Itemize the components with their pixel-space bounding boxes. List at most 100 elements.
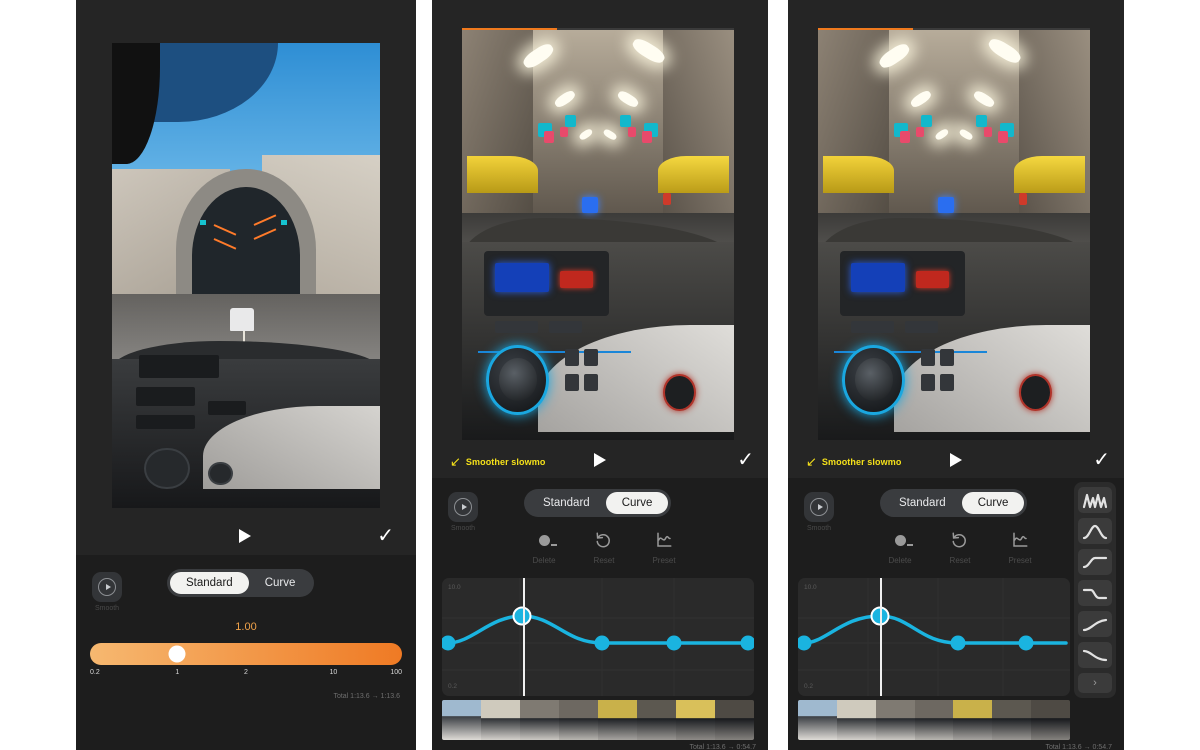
- tab-curve[interactable]: Curve: [961, 492, 1025, 514]
- speed-curve-graph[interactable]: 10.0 0.2: [442, 578, 754, 696]
- total-duration-label: Total 1:13.6 → 0:54.7: [689, 744, 756, 750]
- tab-standard[interactable]: Standard: [170, 572, 249, 594]
- timeline-thumb: [715, 700, 754, 740]
- tick-label: 100: [390, 669, 402, 676]
- preset-rail[interactable]: ›: [1074, 482, 1116, 698]
- preset-button[interactable]: Preset: [634, 529, 694, 565]
- video-frame-in-tunnel: [462, 28, 734, 440]
- playbar-2: ✓: [432, 449, 768, 471]
- video-frame-tunnel-entrance: [112, 43, 380, 508]
- timeline-thumb: [481, 700, 520, 740]
- check-icon[interactable]: ✓: [737, 450, 754, 470]
- delete-point-button[interactable]: Delete: [514, 529, 574, 565]
- tool-label: Preset: [1008, 556, 1032, 565]
- preset-more-button[interactable]: ›: [1078, 673, 1112, 693]
- tick-label: 0.2: [90, 669, 100, 676]
- video-timeline[interactable]: [798, 700, 1070, 740]
- curve-tool-row: Delete Reset Preset: [514, 529, 694, 565]
- timeline-thumb: [992, 700, 1032, 740]
- curve-tool-row: Delete Reset Preset: [870, 529, 1050, 565]
- tool-label: Delete: [888, 556, 912, 565]
- preset-button[interactable]: Preset: [990, 529, 1050, 565]
- reset-button[interactable]: Reset: [574, 529, 634, 565]
- smooth-label: Smooth: [94, 605, 120, 612]
- editor-2: Smooth Standard Curve Delete Reset Prese…: [432, 478, 768, 750]
- video-progress-bar[interactable]: [818, 28, 1090, 30]
- tool-label: Delete: [532, 556, 556, 565]
- timeline-thumb: [676, 700, 715, 740]
- delete-point-icon: [538, 534, 557, 546]
- rise-step-icon: [1082, 556, 1108, 568]
- preset-montage[interactable]: [1078, 487, 1112, 513]
- play-icon[interactable]: [594, 453, 606, 467]
- slow-fall-icon: [1082, 649, 1108, 661]
- play-icon[interactable]: [239, 529, 251, 543]
- timeline-thumb: [953, 700, 993, 740]
- timeline-thumb: [559, 700, 598, 740]
- preset-bullet[interactable]: [1078, 549, 1112, 575]
- smooth-button[interactable]: [448, 492, 478, 522]
- timeline-thumb: [442, 700, 481, 740]
- smooth-button[interactable]: [92, 572, 122, 602]
- playbar-3: ✓: [788, 449, 1124, 471]
- video-preview-2[interactable]: [462, 28, 734, 440]
- curve-keypoint[interactable]: [740, 635, 754, 651]
- video-preview-1[interactable]: [112, 43, 380, 508]
- panel-standard-speed: ✓ Smooth Standard Curve 1.00 0.2 1 2 10 …: [76, 0, 416, 750]
- curve-keypoint[interactable]: [666, 635, 682, 651]
- tab-standard[interactable]: Standard: [527, 492, 606, 514]
- timeline-thumb: [637, 700, 676, 740]
- delete-point-button[interactable]: Delete: [870, 529, 930, 565]
- preset-flashin[interactable]: [1078, 611, 1112, 637]
- timeline-thumb: [798, 700, 837, 740]
- graph-playhead[interactable]: [879, 578, 882, 696]
- tab-standard[interactable]: Standard: [883, 492, 962, 514]
- curve-keypoint[interactable]: [950, 635, 966, 651]
- preset-curve-icon: [1013, 532, 1028, 547]
- curve-keypoint-selected[interactable]: [512, 606, 532, 626]
- editor-3: Smooth Standard Curve Delete Reset Prese…: [788, 478, 1124, 750]
- tick-label: 10: [329, 669, 338, 676]
- smooth-button[interactable]: [804, 492, 834, 522]
- smooth-icon: [810, 498, 828, 516]
- preset-flashout[interactable]: [1078, 642, 1112, 668]
- tab-curve[interactable]: Curve: [249, 572, 312, 594]
- tick-label: 1: [175, 669, 180, 676]
- mode-segmented-control[interactable]: Standard Curve: [880, 489, 1028, 517]
- slow-rise-icon: [1082, 618, 1108, 631]
- tab-curve[interactable]: Curve: [605, 492, 669, 514]
- video-timeline[interactable]: [442, 700, 754, 740]
- total-duration-label: Total 1:13.6 → 0:54.7: [1045, 744, 1112, 750]
- check-icon[interactable]: ✓: [377, 526, 394, 546]
- panel-curve-presets: ↙ Smoother slowmo ✓ Smooth Standard Curv…: [788, 0, 1124, 750]
- video-progress-bar[interactable]: [462, 28, 734, 30]
- video-preview-3[interactable]: [818, 28, 1090, 440]
- mode-segmented-control[interactable]: Standard Curve: [524, 489, 672, 517]
- tool-label: Reset: [593, 556, 615, 565]
- speed-value: 1.00: [235, 621, 257, 633]
- timeline-thumb: [1031, 700, 1070, 740]
- tool-label: Preset: [652, 556, 676, 565]
- reset-button[interactable]: Reset: [930, 529, 990, 565]
- slider-thumb[interactable]: [168, 645, 186, 663]
- timeline-thumb: [914, 700, 954, 740]
- curve-keypoint[interactable]: [594, 635, 610, 651]
- mode-segmented-control[interactable]: Standard Curve: [167, 569, 315, 597]
- play-icon[interactable]: [950, 453, 962, 467]
- check-icon[interactable]: ✓: [1093, 450, 1110, 470]
- graph-playhead[interactable]: [523, 578, 526, 696]
- editor-1: Smooth Standard Curve 1.00 0.2 1 2 10 10…: [76, 555, 416, 750]
- curve-keypoint[interactable]: [1018, 635, 1034, 651]
- total-duration-label: Total 1:13.6 → 1:13.6: [333, 693, 400, 700]
- fall-step-icon: [1082, 588, 1108, 599]
- screenshot-root: ✓ Smooth Standard Curve 1.00 0.2 1 2 10 …: [0, 0, 1200, 750]
- timeline-thumb: [836, 700, 876, 740]
- reset-icon: [952, 532, 966, 548]
- speed-curve-graph[interactable]: 10.0 0.2: [798, 578, 1070, 696]
- preset-hero[interactable]: [1078, 518, 1112, 544]
- preset-jumpcut[interactable]: [1078, 580, 1112, 606]
- speed-slider[interactable]: [90, 643, 402, 665]
- timeline-thumb: [875, 700, 915, 740]
- panel-curve-editor: ↙ Smoother slowmo ✓ Smooth Standard Curv…: [432, 0, 768, 750]
- tool-label: Reset: [949, 556, 971, 565]
